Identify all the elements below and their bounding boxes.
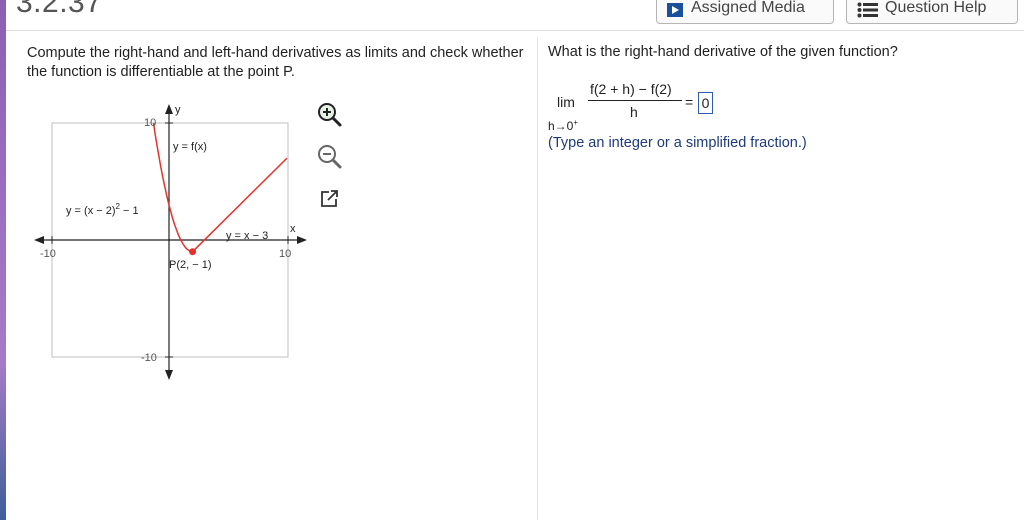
zoom-out-icon: [318, 145, 342, 169]
right-piece-label: y = x − 3: [226, 230, 268, 242]
play-icon: [667, 3, 683, 17]
fraction-numerator: f(2 + h) − f(2): [590, 81, 672, 97]
tick-label-pos-x: 10: [279, 248, 291, 260]
answer-input[interactable]: 0: [698, 92, 713, 114]
equals-sign: =: [685, 94, 694, 110]
function-graph: y x 10 -10 -10 10 y = f(x) y = (x − 2)2 …: [26, 98, 316, 388]
fraction-bar: [588, 100, 682, 101]
tick-label-neg-y: -10: [141, 352, 157, 364]
y-axis-label: y: [175, 104, 181, 116]
question-help-label: Question Help: [885, 0, 987, 16]
popout-button[interactable]: [314, 184, 344, 214]
header-divider: [6, 30, 1024, 31]
assigned-media-button[interactable]: Assigned Media: [656, 0, 834, 24]
point-p-marker: [189, 248, 197, 256]
x-axis-left-arrow: [34, 236, 44, 244]
limit-formula: lim h→0+ f(2 + h) − f(2) h = 0: [548, 80, 748, 135]
lim-subscript: h→0+: [548, 118, 579, 133]
left-accent-strip: [0, 0, 6, 520]
panel-divider: [537, 38, 538, 520]
zoom-out-button[interactable]: [314, 141, 344, 171]
x-axis-right-arrow: [297, 236, 307, 244]
point-label: P(2, − 1): [169, 259, 212, 271]
question-help-button[interactable]: Question Help: [846, 0, 1018, 24]
question-text: Compute the right-hand and left-hand der…: [27, 45, 524, 80]
zoom-in-button[interactable]: [314, 99, 344, 129]
tick-label-neg-x: -10: [40, 248, 56, 260]
popout-icon: [321, 190, 338, 207]
header: 3.2.37 Assigned Media Question Help: [6, 0, 1024, 30]
problem-number: 3.2.37: [16, 0, 103, 19]
answer-hint: (Type an integer or a simplified fractio…: [548, 135, 807, 151]
function-label: y = f(x): [173, 141, 207, 153]
y-axis-down-arrow: [165, 370, 173, 380]
assigned-media-label: Assigned Media: [691, 0, 805, 16]
list-icon: [857, 2, 878, 18]
y-axis-up-arrow: [165, 104, 173, 114]
fraction-denominator: h: [630, 104, 638, 120]
zoom-in-icon: [318, 103, 342, 127]
tick-label-pos-y: 10: [144, 117, 156, 129]
x-axis-label: x: [290, 223, 296, 235]
right-question-text: What is the right-hand derivative of the…: [548, 44, 898, 60]
lim-label: lim: [557, 94, 575, 110]
left-piece-label: y = (x − 2)2 − 1: [66, 202, 139, 217]
